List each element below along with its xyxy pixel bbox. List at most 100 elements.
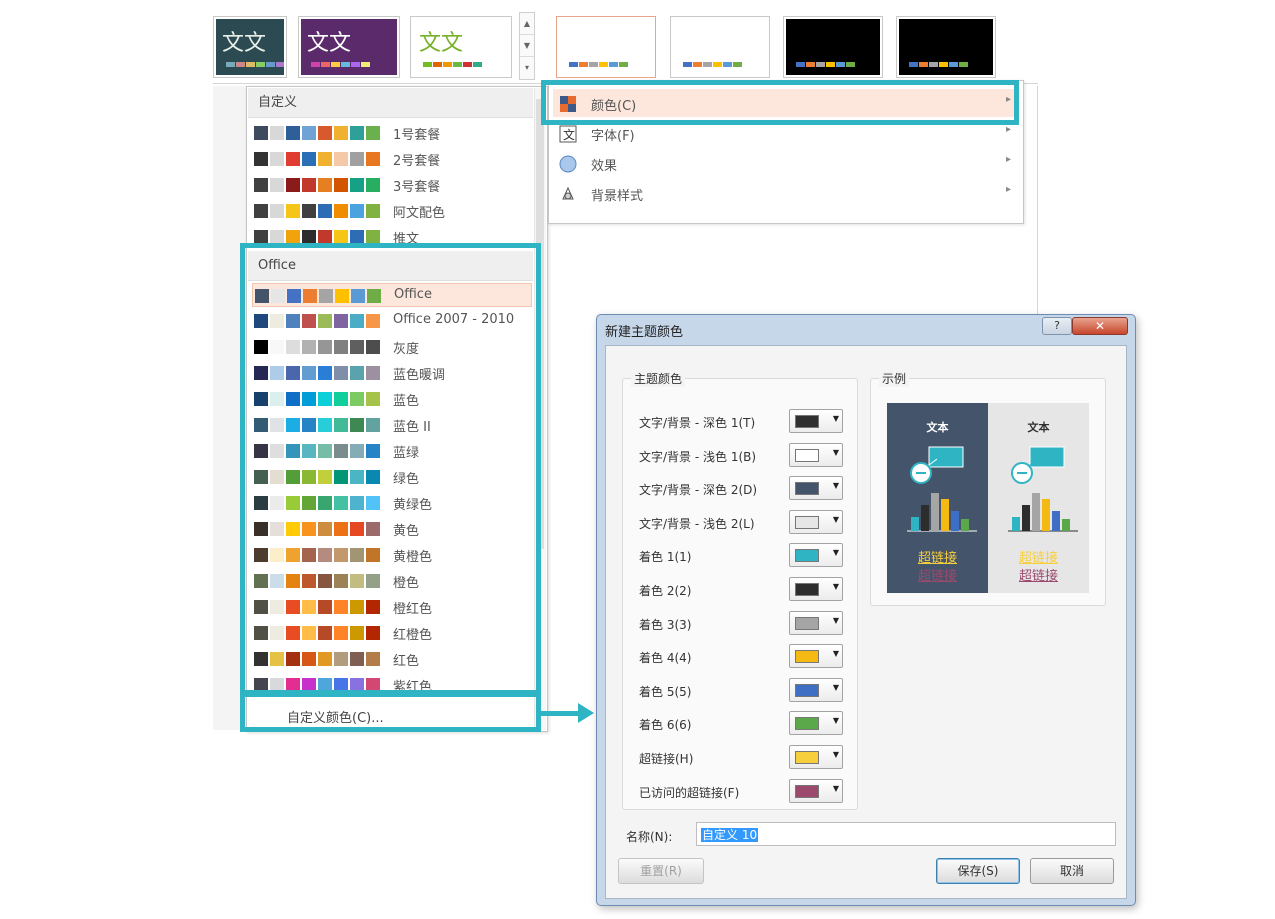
theme-color-label: 文字/背景 - 深色 2(D) xyxy=(639,483,758,498)
dropdown-arrow-icon: ▼ xyxy=(832,414,839,423)
color-chip xyxy=(443,62,452,67)
swatch xyxy=(318,204,332,218)
color-chip xyxy=(795,549,819,563)
sample-light-shapes-icon xyxy=(1008,446,1078,532)
swatch xyxy=(334,152,348,166)
color-scheme-item[interactable]: 2号套餐 xyxy=(252,147,532,171)
color-picker-button[interactable]: ▼ xyxy=(789,509,843,534)
color-picker-button[interactable]: ▼ xyxy=(789,778,843,803)
submenu-arrow-icon: ▸ xyxy=(1005,184,1011,195)
name-label: 名称(N): xyxy=(626,830,673,844)
swatch xyxy=(270,178,284,192)
color-chip xyxy=(463,62,472,67)
color-picker-button[interactable]: ▼ xyxy=(789,711,843,736)
swatch xyxy=(286,204,300,218)
background-style-menu-item[interactable]: 背景样式 ▸ xyxy=(553,179,1019,207)
color-picker-button[interactable]: ▼ xyxy=(789,409,843,433)
dropdown-arrow-icon: ▼ xyxy=(832,783,839,793)
save-button[interactable]: 保存(S) xyxy=(936,858,1020,884)
swatch xyxy=(286,152,300,166)
effects-menu-item[interactable]: 效果 ▸ xyxy=(553,149,1019,177)
sample-light-visited-link: 超链接 xyxy=(1018,569,1058,584)
color-chip xyxy=(795,650,819,664)
theme-thumb-text: 文文 xyxy=(419,31,464,56)
color-chip xyxy=(599,62,608,67)
color-picker-button[interactable]: ▼ xyxy=(789,644,843,669)
color-chip xyxy=(226,62,235,67)
gallery-down-icon[interactable]: ▼ xyxy=(520,35,534,57)
sample-group: 示例 文本 超链接 超链接 文本 超链接 超链接 xyxy=(870,370,1106,606)
color-chip xyxy=(351,62,360,67)
color-picker-button[interactable]: ▼ xyxy=(789,745,843,769)
swatch xyxy=(350,152,364,166)
swatch xyxy=(286,230,300,244)
theme-color-label: 着色 1(1) xyxy=(639,550,692,565)
scheme-name: 3号套餐 xyxy=(393,180,441,195)
theme-thumb-colors xyxy=(909,62,968,67)
color-chip xyxy=(609,62,618,67)
theme-colors-caption: 主题颜色 xyxy=(631,370,686,387)
theme-thumb[interactable]: 文文 xyxy=(298,16,400,78)
gallery-up-icon[interactable]: ▲ xyxy=(520,13,534,35)
theme-thumb-preview xyxy=(559,19,653,75)
swatch xyxy=(350,178,364,192)
swatch xyxy=(302,230,316,244)
theme-thumb[interactable]: 文文 xyxy=(410,16,512,78)
theme-color-label: 着色 6(6) xyxy=(639,718,692,733)
color-scheme-item[interactable]: 3号套餐 xyxy=(252,173,532,197)
name-input[interactable]: 自定义 10 xyxy=(696,822,1116,846)
sample-dark-visited-link: 超链接 xyxy=(917,569,957,584)
color-chip xyxy=(836,62,845,67)
color-chip xyxy=(795,583,819,596)
color-chip xyxy=(959,62,968,67)
dropdown-arrow-icon: ▼ xyxy=(832,615,839,625)
swatch xyxy=(302,152,316,166)
color-picker-button[interactable]: ▼ xyxy=(789,677,843,702)
theme-thumb[interactable] xyxy=(556,16,656,78)
color-picker-button[interactable]: ▼ xyxy=(789,610,843,635)
reset-button[interactable]: 重置(R) xyxy=(618,858,704,884)
gallery-more-icon[interactable]: ▾ xyxy=(520,57,534,79)
color-picker-button[interactable]: ▼ xyxy=(789,476,843,501)
swatch xyxy=(366,178,380,192)
theme-color-label: 着色 3(3) xyxy=(639,617,692,632)
color-picker-button[interactable]: ▼ xyxy=(789,442,843,467)
color-scheme-item[interactable]: 1号套餐 xyxy=(252,121,532,145)
color-chip xyxy=(341,62,350,67)
theme-thumb[interactable] xyxy=(896,16,996,78)
theme-thumb[interactable] xyxy=(783,16,883,78)
color-chip xyxy=(795,448,819,462)
theme-thumb-colors xyxy=(569,62,628,67)
swatch xyxy=(270,230,284,244)
gallery-scroll[interactable]: ▲ ▼ ▾ xyxy=(519,12,535,80)
color-scheme-item[interactable]: 阿文配色 xyxy=(252,199,532,223)
color-picker-button[interactable]: ▼ xyxy=(789,577,843,601)
highlight-office-list xyxy=(240,243,541,695)
swatch xyxy=(334,178,348,192)
close-button[interactable]: ✕ xyxy=(1072,317,1128,335)
color-chip xyxy=(433,62,442,67)
theme-color-label: 已访问的超链接(F) xyxy=(639,785,740,800)
color-picker-button[interactable]: ▼ xyxy=(789,543,843,568)
theme-thumb-preview xyxy=(673,19,767,75)
cancel-button[interactable]: 取消 xyxy=(1030,858,1114,884)
theme-color-label: 文字/背景 - 浅色 1(B) xyxy=(639,449,757,464)
theme-thumb-text: 文文 xyxy=(222,31,267,56)
swatch xyxy=(270,204,284,218)
theme-thumb[interactable]: 文文 xyxy=(213,16,287,78)
name-input-value: 自定义 10 xyxy=(701,828,759,842)
theme-thumb[interactable] xyxy=(670,16,770,78)
dropdown-arrow-icon: ▼ xyxy=(832,649,839,659)
swatch xyxy=(302,178,316,192)
help-button[interactable]: ? xyxy=(1042,317,1072,335)
theme-colors-group: 主题颜色 文字/背景 - 深色 1(T) ▼ 文字/背景 - 浅色 1(B) ▼ 文字/… xyxy=(622,370,858,810)
color-chip xyxy=(589,62,598,67)
font-icon: 文 xyxy=(559,125,577,143)
color-chip xyxy=(683,62,692,67)
color-chip xyxy=(919,62,928,67)
color-chip xyxy=(795,482,819,496)
svg-text:文: 文 xyxy=(563,127,575,142)
color-chip xyxy=(795,751,819,764)
dropdown-arrow-icon: ▼ xyxy=(832,682,839,692)
theme-thumb-preview: 文文 xyxy=(413,19,509,75)
